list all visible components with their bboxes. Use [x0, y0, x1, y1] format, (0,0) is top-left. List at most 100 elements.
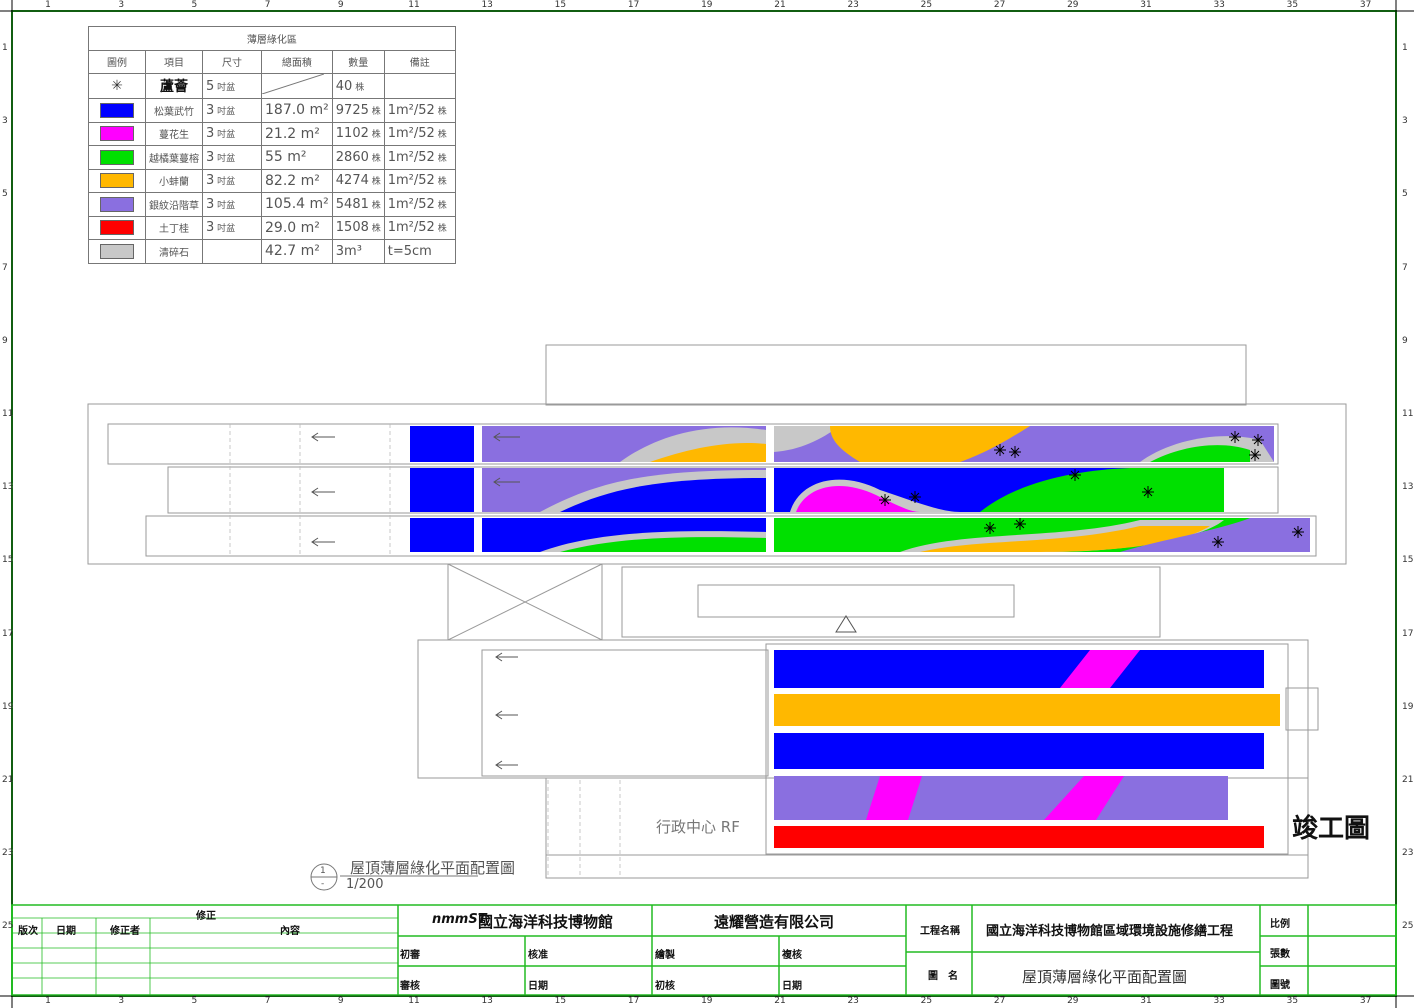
- legend-swatch: [100, 149, 134, 165]
- ruler-row-label: 23: [1402, 848, 1414, 859]
- ruler-column-label: 23: [847, 0, 859, 10]
- legend-swatch-cell: [88, 192, 146, 217]
- strip1-blue-block: [410, 426, 474, 462]
- legend-header: 備註: [383, 49, 456, 74]
- ruler-column-label: 29: [1067, 0, 1079, 10]
- legend-quantity: 3m³: [331, 239, 385, 264]
- empty-cell-slash: [261, 73, 325, 95]
- ruler-row-label: 15: [2, 555, 14, 566]
- legend-size: 3 吋盆: [202, 98, 262, 123]
- legend-row: 土丁桂 3 吋盆 29.0 m² 1508 株 1m²/52 株: [88, 215, 456, 240]
- sign-review: 審核: [400, 981, 420, 992]
- legend-area: 21.2 m²: [261, 121, 333, 146]
- legend-quantity: 5481 株: [331, 192, 385, 217]
- sign-recheck: 複核: [782, 950, 802, 961]
- column-ruler-bottom: 1 3 5 7 9 11 13 15 17 19 21 23 25 27 29 31 33 35 37: [0, 996, 1414, 1008]
- ruler-column-label: 5: [191, 996, 198, 1006]
- legend-quantity: 40 株: [331, 73, 385, 99]
- legend-row: 蔓花生 3 吋盆 21.2 m² 1102 株 1m²/52 株: [88, 121, 456, 146]
- legend-area: 105.4 m²: [261, 192, 333, 217]
- ruler-column-label: 37: [1359, 996, 1372, 1006]
- legend-area: 82.2 m²: [261, 168, 333, 193]
- ruler-column-label: 9: [337, 0, 344, 10]
- legend-row: 小蚌蘭 3 吋盆 82.2 m² 4274 株 1m²/52 株: [88, 168, 456, 193]
- ruler-column-label: 27: [993, 996, 1006, 1006]
- drawing-sheet: 1 3 5 7 9 11 13 15 17 19 21 23 25 27 29 31 33 35 37 135791…: [0, 0, 1414, 1008]
- legend-item-name: 蘆薈: [145, 73, 203, 99]
- ruler-column-label: 15: [554, 996, 567, 1006]
- legend-size: 5 吋盆: [202, 73, 262, 99]
- ruler-row-label: 1: [2, 43, 8, 53]
- ruler-row-label: 21: [1402, 775, 1414, 785]
- ruler-column-label: 7: [264, 0, 271, 10]
- legend-note: 1m²/52 株: [383, 121, 456, 146]
- legend-swatch-cell: [88, 98, 146, 123]
- ruler-row-label: 15: [1402, 555, 1414, 566]
- upper-strip-3: [410, 518, 1310, 552]
- legend-quantity: 4274 株: [331, 168, 385, 193]
- ruler-column-label: 31: [1140, 996, 1152, 1006]
- ruler-column-label: 25: [920, 0, 933, 10]
- legend-size: 3 吋盆: [202, 215, 262, 240]
- drawing-number-label: 圖號: [1270, 980, 1290, 991]
- ruler-column-label: 33: [1213, 996, 1225, 1006]
- ruler-column-label: 15: [554, 0, 567, 10]
- ruler-row-label: 21: [2, 775, 14, 785]
- legend-swatch: [100, 173, 134, 189]
- revision-col: 日期: [56, 926, 76, 937]
- ruler-row-label: 19: [2, 701, 14, 712]
- legend-row: 清碎石 42.7 m² 3m³ t=5cm: [88, 239, 456, 264]
- legend-size: 3 吋盆: [202, 192, 262, 217]
- plan-scale: 1/200: [346, 877, 384, 892]
- ruler-column-label: 35: [1286, 996, 1299, 1006]
- legend-swatch-cell: [88, 168, 146, 193]
- ruler-column-label: 13: [481, 996, 493, 1006]
- legend-note: 1m²/52 株: [383, 168, 456, 193]
- ruler-row-label: 1: [1402, 43, 1408, 53]
- ruler-column-label: 25: [920, 996, 933, 1006]
- ruler-column-label: 23: [847, 996, 859, 1006]
- legend-quantity: 2860 株: [331, 145, 385, 170]
- legend-item-name: 松葉武竹: [145, 98, 203, 123]
- ruler-row-label: 3: [2, 116, 8, 127]
- ruler-column-label: 7: [264, 996, 271, 1006]
- project-label: 工程名稱: [920, 926, 960, 937]
- ruler-column-label: 33: [1213, 0, 1225, 10]
- legend-row: 越橘葉蔓榕 3 吋盆 55 m² 2860 株 1m²/52 株: [88, 145, 456, 170]
- ruler-row-label: 13: [1402, 482, 1414, 493]
- legend-item-name: 清碎石: [145, 239, 203, 264]
- legend-area: 187.0 m²: [261, 98, 333, 123]
- planting-legend-table: 薄層綠化區 圖例 項目 尺寸 總面積 數量 備註 ✳ 蘆薈 5 吋盆 40 株松葉武竹…: [88, 26, 456, 264]
- ruler-column-label: 19: [701, 996, 713, 1006]
- legend-note: [383, 73, 456, 99]
- ruler-row-label: 23: [2, 848, 14, 859]
- ruler-row-label: 5: [1402, 189, 1408, 200]
- legend-item-name: 土丁桂: [145, 215, 203, 240]
- ruler-column-label: 17: [627, 0, 640, 10]
- star-shrub-icon: ✳: [111, 78, 123, 94]
- legend-area: [261, 73, 333, 99]
- ruler-column-label: 37: [1359, 0, 1372, 10]
- legend-note: 1m²/52 株: [383, 192, 456, 217]
- callout-number: 1: [320, 866, 326, 876]
- legend-header: 尺寸: [202, 49, 262, 74]
- ruler-row-label: 9: [2, 335, 8, 346]
- legend-area: 29.0 m²: [261, 215, 333, 240]
- revision-header: 修正: [196, 911, 216, 922]
- legend-row: 松葉武竹 3 吋盆 187.0 m² 9725 株 1m²/52 株: [88, 98, 456, 123]
- legend-swatch-cell: [88, 215, 146, 240]
- legend-swatch-cell: [88, 145, 146, 170]
- legend-swatch: [100, 102, 134, 118]
- legend-swatch: [100, 243, 134, 259]
- ruler-row-label: 25: [2, 921, 14, 932]
- ruler-column-label: 11: [408, 0, 420, 10]
- legend-quantity: 9725 株: [331, 98, 385, 123]
- legend-quantity: 1102 株: [331, 121, 385, 146]
- row-ruler-right: 1 3 5 7 9 11 13 15 17 19 21 23 25: [1400, 0, 1414, 1008]
- legend-title: 薄層綠化區: [88, 26, 456, 51]
- legend-area: 55 m²: [261, 145, 333, 170]
- ruler-row-label: 11: [1402, 409, 1414, 419]
- legend-area: 42.7 m²: [261, 239, 333, 264]
- legend-swatch: [100, 196, 134, 212]
- ruler-row-label: 5: [2, 189, 8, 200]
